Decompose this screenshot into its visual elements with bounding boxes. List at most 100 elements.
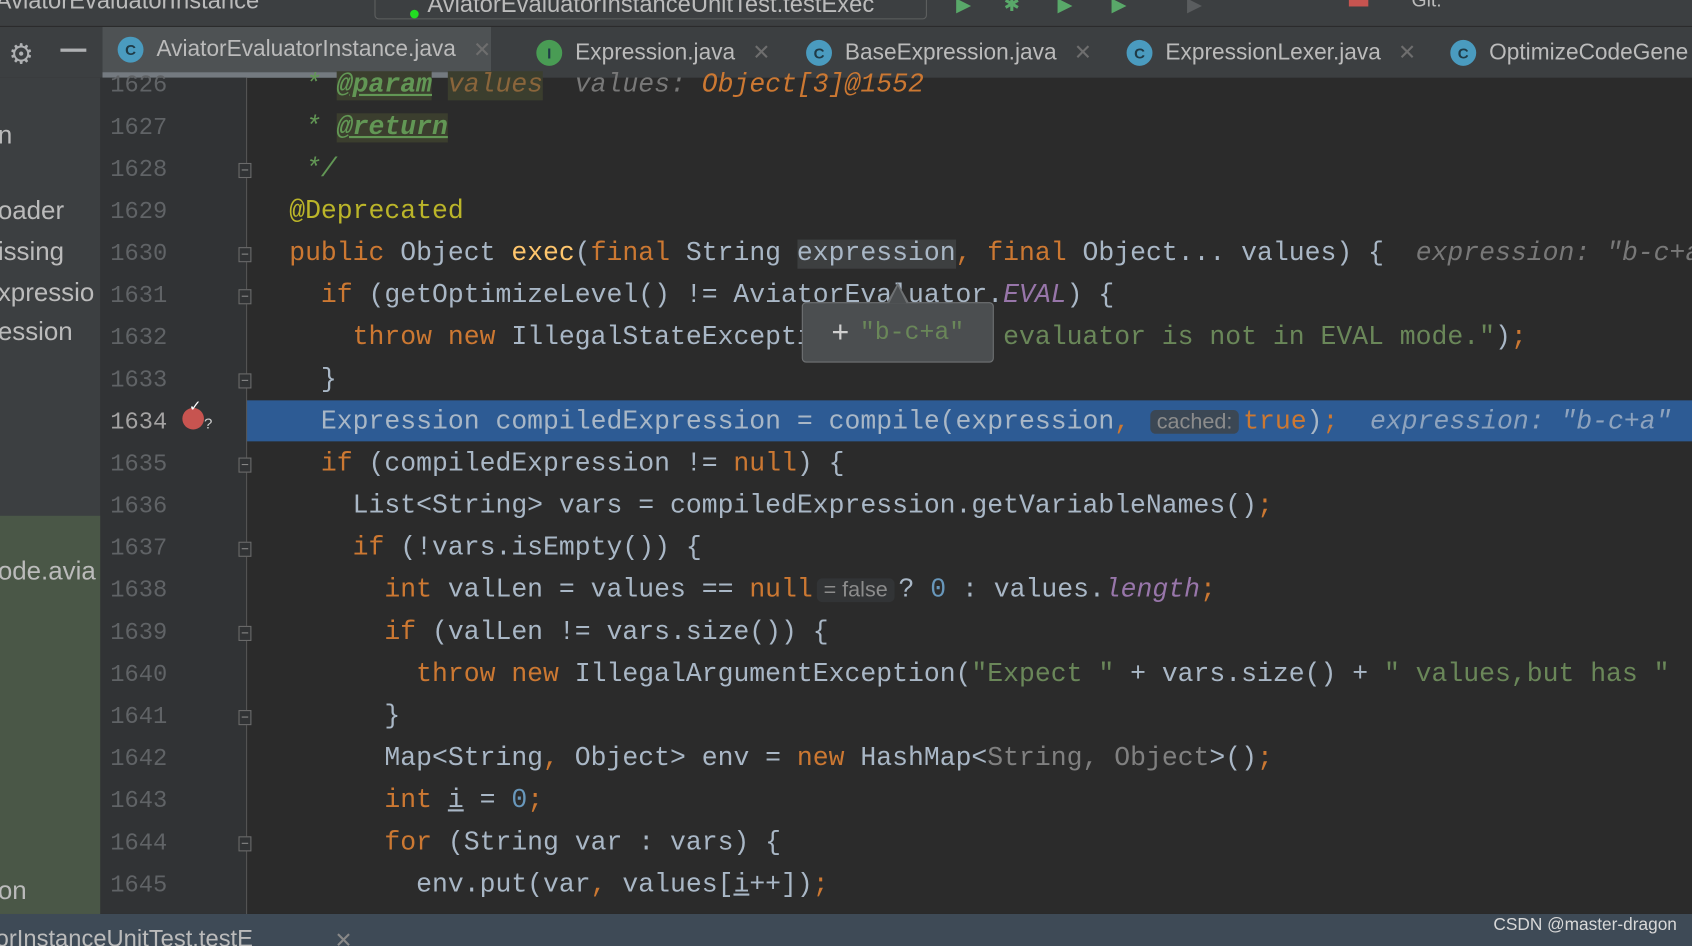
sidebar-item[interactable]: oader <box>0 196 64 226</box>
variable-value-popup[interactable]: + "b-c+a" <box>801 302 994 363</box>
minimize-icon[interactable] <box>60 48 87 52</box>
code-token: EVAL <box>1003 281 1067 311</box>
code-token: IllegalArgumentException( <box>574 660 972 690</box>
debug-value-hint: expression: "b-c+a" <box>1383 239 1692 269</box>
code-token: int <box>289 786 448 816</box>
fold-icon[interactable] <box>238 541 252 557</box>
code-token: ) <box>1306 407 1323 438</box>
fold-icon[interactable] <box>238 710 252 726</box>
tab-expressionlexer-java[interactable]: C ExpressionLexer.java ✕ <box>1111 27 1416 78</box>
class-icon: C <box>117 36 144 63</box>
code-token: ( <box>574 239 591 269</box>
gear-icon[interactable]: ⚙ <box>9 38 34 71</box>
code-token: String <box>685 239 797 269</box>
fold-icon[interactable] <box>238 247 252 263</box>
code-line: for (String var : vars) { <box>289 822 781 864</box>
run-icon[interactable]: ▶ <box>956 0 980 15</box>
code-token: valLen = values == <box>447 576 750 606</box>
code-token: : values. <box>946 576 1105 606</box>
watermark: CSDN @master-dragon <box>1493 916 1677 935</box>
code-token: = <box>463 786 512 816</box>
code-token: , <box>543 744 575 774</box>
code-token: exec <box>511 239 575 269</box>
class-icon: C <box>1450 39 1477 66</box>
code-token: HashMap< <box>860 744 988 774</box>
breakpoint-check-icon: ✓ <box>188 397 202 415</box>
fold-icon[interactable] <box>238 625 252 641</box>
tab-optimizecodegene[interactable]: C OptimizeCodeGene <box>1435 27 1688 78</box>
code-token: if <box>289 618 432 648</box>
close-tab-icon[interactable]: ✕ <box>1074 39 1092 66</box>
code-line: @Deprecated <box>289 191 464 233</box>
code-token: + vars.size() + <box>1114 660 1384 690</box>
code-line: */ <box>289 149 337 191</box>
fold-icon[interactable] <box>238 162 252 179</box>
code-token: if <box>289 534 401 564</box>
code-token: if <box>289 281 369 311</box>
code-token: @Deprecated <box>289 197 464 227</box>
close-debug-tab-icon[interactable]: ✕ <box>335 927 353 946</box>
code-token: , <box>590 870 623 900</box>
sidebar-item[interactable]: xpressio <box>0 278 94 308</box>
code-token: Expression compiledExpression = compile(… <box>289 407 1115 438</box>
code-token: expression <box>796 239 956 269</box>
debug-value-hint: expression: "b-c+a" <box>1338 407 1672 438</box>
popup-arrow-fill <box>889 285 907 304</box>
code-token: values[ <box>622 870 734 900</box>
close-tab-icon[interactable]: ✕ <box>1398 39 1416 66</box>
coverage-icon[interactable]: ▶ <box>1058 0 1082 15</box>
sidebar-item[interactable]: n <box>0 121 12 151</box>
close-tab-icon[interactable]: ✕ <box>473 36 491 63</box>
code-token: (String var : vars) { <box>447 828 782 858</box>
line-number: 1640 <box>110 661 168 689</box>
code-line: * @param values values: Object[3]@1552 <box>289 65 924 107</box>
line-number: 1633 <box>110 366 168 394</box>
code-token: int <box>289 576 448 606</box>
code-token: ; <box>1257 744 1273 774</box>
code-token: ; <box>1256 492 1273 522</box>
code-token: List<String> vars = compiledExpression.g… <box>289 492 1257 522</box>
git-label: Git: <box>1411 0 1442 11</box>
code-token: i <box>447 786 464 816</box>
fold-icon[interactable] <box>238 457 252 473</box>
close-tab-icon[interactable]: ✕ <box>752 39 770 66</box>
sidebar-item[interactable]: ode.avia <box>0 557 96 587</box>
code-token: Object <box>400 239 512 269</box>
expand-icon[interactable]: + <box>831 315 849 350</box>
code-token: String, Object <box>987 744 1210 774</box>
debug-tab[interactable]: orInstanceUnitTest.testE <box>0 925 253 946</box>
bottom-tool-bar: orInstanceUnitTest.testE ✕ CSDN @master-… <box>0 913 1692 946</box>
code-token: ; <box>1322 407 1339 438</box>
code-token: public <box>289 239 401 269</box>
tab-label: AviatorEvaluatorInstance.java <box>156 36 456 62</box>
code-token: "Expect " <box>971 660 1115 690</box>
stop-icon[interactable] <box>1348 0 1369 7</box>
tab-label: ExpressionLexer.java <box>1165 39 1381 65</box>
code-line: int valLen = values == null = false? 0 : … <box>289 570 1215 612</box>
line-number: 1641 <box>110 703 168 731</box>
sidebar-item[interactable]: issing <box>0 237 64 267</box>
sidebar-item[interactable]: ession <box>0 317 73 347</box>
run-configuration-selector[interactable]: AviatorEvaluatorInstanceUnitTest.testExe… <box>374 0 927 20</box>
code-token: @return <box>336 113 448 143</box>
code-line: Expression compiledExpression = compile(… <box>289 401 1672 443</box>
line-number: 1631 <box>110 282 168 310</box>
line-number: 1634 <box>110 408 168 436</box>
attach-icon[interactable]: ▶ <box>1187 0 1211 15</box>
debug-icon[interactable]: ✱ <box>1004 0 1028 15</box>
line-number: 1643 <box>110 787 168 815</box>
code-token: throw new <box>289 660 575 690</box>
line-number: 1628 <box>110 156 168 184</box>
sidebar-item[interactable]: on <box>0 876 27 906</box>
code-token: ; <box>527 786 544 816</box>
code-token: ? <box>898 576 931 606</box>
profile-icon[interactable]: ▶ <box>1111 0 1135 15</box>
fold-icon[interactable] <box>238 373 252 389</box>
code-token: >() <box>1209 744 1258 774</box>
debug-value-hint: values: <box>543 71 702 101</box>
fold-icon[interactable] <box>238 289 252 305</box>
code-token: ) { <box>796 449 845 480</box>
fold-icon[interactable] <box>238 836 252 852</box>
line-number: 1637 <box>110 535 168 563</box>
